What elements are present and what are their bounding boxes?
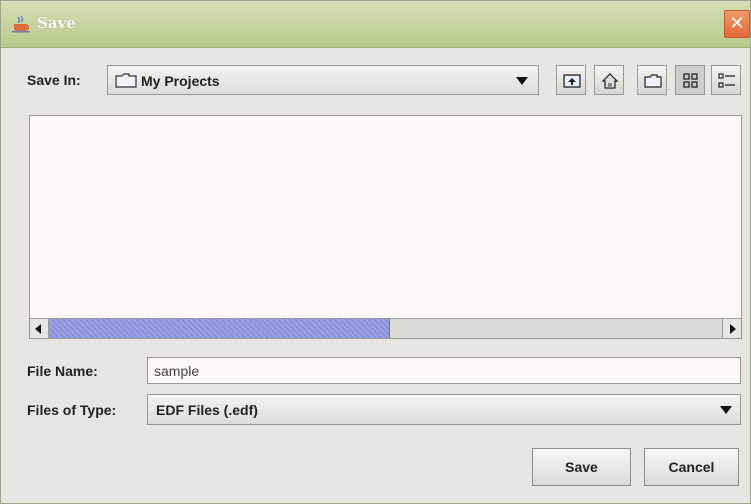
cancel-button[interactable]: Cancel [644,448,739,486]
details-view-button[interactable] [711,65,741,95]
scroll-left-button[interactable] [30,319,49,338]
close-button[interactable]: ✕ [724,10,750,38]
file-type-dropdown[interactable]: EDF Files (.edf) [147,394,741,425]
up-one-level-button[interactable] [556,65,586,95]
save-dialog: Save ✕ Save In: My Projects File Name: s… [0,0,751,504]
chevron-down-icon [720,406,732,414]
home-button[interactable] [594,65,624,95]
list-view-button[interactable] [675,65,705,95]
file-name-input[interactable] [148,358,740,383]
java-cup-icon [12,15,30,33]
new-folder-icon [644,74,662,88]
save-in-dropdown[interactable]: My Projects [107,65,539,95]
list-view-icon [683,73,698,88]
save-in-label: Save In: [27,72,81,88]
save-button[interactable]: Save [532,448,631,486]
title-bar[interactable]: Save ✕ [1,1,750,48]
scrollbar-thumb[interactable] [49,319,390,338]
new-folder-button[interactable] [637,65,667,95]
save-in-value: My Projects [141,73,220,89]
horizontal-scrollbar[interactable] [29,318,742,339]
arrow-left-icon [35,324,41,334]
up-one-level-icon [563,74,581,88]
chevron-down-icon [516,77,528,85]
details-view-icon [718,73,735,88]
file-list[interactable] [29,115,742,339]
close-icon: ✕ [729,13,745,34]
file-name-field[interactable] [147,357,741,384]
scroll-right-button[interactable] [722,319,741,338]
file-type-label: Files of Type: [27,402,117,418]
window-title: Save [37,14,76,32]
file-name-label: File Name: [27,363,98,379]
file-type-value: EDF Files (.edf) [156,402,258,418]
folder-icon [115,73,137,88]
arrow-right-icon [730,324,736,334]
home-icon [601,73,619,89]
